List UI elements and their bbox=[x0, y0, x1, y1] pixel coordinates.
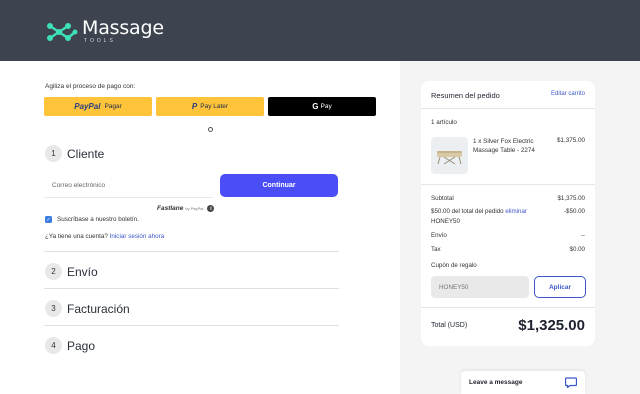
step-number-cliente: 1 bbox=[45, 145, 62, 162]
shipping-value: -- bbox=[580, 232, 585, 239]
order-summary-title: Resumen del pedido bbox=[431, 91, 500, 100]
step-title-facturacion[interactable]: Facturación bbox=[67, 302, 130, 316]
step-number-pago: 4 bbox=[45, 337, 62, 354]
massage-logo-icon bbox=[47, 22, 78, 41]
coupon-input[interactable] bbox=[431, 276, 529, 298]
brand-subtitle: TOOLS bbox=[84, 38, 116, 44]
discount-code: HONEY50 bbox=[431, 218, 460, 225]
paypal-button-label: Pagar bbox=[104, 103, 122, 110]
express-checkout-label: Agiliza el proceso de pago con: bbox=[45, 83, 136, 90]
google-pay-label: Pay bbox=[320, 103, 332, 110]
paypal-logo: PayPal bbox=[74, 102, 101, 111]
product-name: 1 x Silver Fox Electric Massage Table - … bbox=[473, 138, 535, 154]
total-label: Total (USD) bbox=[431, 322, 468, 329]
pay-later-label: Pay Later bbox=[200, 103, 229, 110]
chat-label: Leave a message bbox=[469, 379, 523, 386]
step-number-facturacion: 3 bbox=[45, 300, 62, 317]
items-count: 1 artículo bbox=[431, 119, 457, 126]
step-title-envio[interactable]: Envío bbox=[67, 265, 98, 279]
step-title-cliente: Cliente bbox=[67, 147, 105, 161]
newsletter-checkbox[interactable]: ✓ bbox=[45, 216, 52, 223]
step-divider bbox=[44, 251, 339, 252]
fastlane-label: Fastlane bbox=[157, 205, 184, 212]
login-link[interactable]: Iniciar sesión ahora bbox=[110, 233, 165, 240]
subtotal-label: Subtotal bbox=[431, 195, 454, 202]
account-question-text: ¿Ya tiene una cuenta? bbox=[45, 233, 108, 240]
tax-label: Tax bbox=[431, 246, 441, 253]
chat-widget[interactable]: Leave a message bbox=[461, 371, 585, 394]
shipping-label: Envío bbox=[431, 232, 447, 239]
site-header: Massage TOOLS bbox=[0, 0, 640, 61]
checkout-content: Agiliza el proceso de pago con: PayPal P… bbox=[0, 61, 640, 394]
fastlane-by: by PayPal bbox=[185, 206, 204, 211]
step-divider bbox=[44, 288, 339, 289]
remove-discount-link[interactable]: eliminar bbox=[505, 208, 527, 215]
product-thumbnail bbox=[431, 137, 468, 174]
google-pay-button[interactable]: G Pay bbox=[268, 97, 376, 116]
discount-label: $50.00 del total del pedido bbox=[431, 208, 504, 215]
coupon-label: Cupón de regalo bbox=[431, 262, 477, 269]
step-number-envio: 2 bbox=[45, 263, 62, 280]
paypal-pay-later-button[interactable]: P Pay Later bbox=[156, 97, 264, 116]
paypal-button[interactable]: PayPal Pagar bbox=[44, 97, 152, 116]
step-divider bbox=[44, 325, 339, 326]
discount-row: $50.00 del total del pedido eliminar bbox=[431, 208, 527, 215]
tax-value: $0.00 bbox=[569, 246, 585, 253]
summary-divider bbox=[421, 184, 595, 185]
step-title-pago[interactable]: Pago bbox=[67, 339, 95, 353]
continue-button[interactable]: Continuar bbox=[220, 174, 338, 197]
apply-coupon-button[interactable]: Aplicar bbox=[534, 276, 586, 298]
fastlane-badge: Fastlane by PayPal i bbox=[157, 205, 215, 212]
google-g-icon: G bbox=[312, 102, 319, 111]
brand-name: Massage bbox=[82, 17, 164, 39]
account-question: ¿Ya tiene una cuenta? Iniciar sesión aho… bbox=[45, 233, 164, 240]
order-summary-panel: Resumen del pedido Editar carrito 1 artí… bbox=[421, 81, 595, 346]
total-value: $1,325.00 bbox=[518, 317, 585, 334]
checkout-steps-panel: Agiliza el proceso de pago con: PayPal P… bbox=[0, 61, 400, 394]
chat-bubble-icon bbox=[565, 377, 577, 388]
product-price: $1,375.00 bbox=[556, 137, 585, 144]
summary-divider bbox=[421, 108, 595, 109]
summary-divider bbox=[421, 307, 595, 308]
info-icon[interactable]: i bbox=[207, 205, 215, 212]
divider-dot bbox=[208, 127, 213, 132]
brand-logo[interactable]: Massage TOOLS bbox=[46, 19, 164, 44]
discount-value: -$50.00 bbox=[564, 208, 585, 215]
subtotal-value: $1,375.00 bbox=[557, 195, 585, 202]
paypal-p-icon: P bbox=[191, 102, 198, 111]
email-field[interactable] bbox=[44, 174, 213, 198]
edit-cart-link[interactable]: Editar carrito bbox=[551, 91, 585, 97]
newsletter-label: Suscríbase a nuestro boletín. bbox=[57, 216, 139, 223]
